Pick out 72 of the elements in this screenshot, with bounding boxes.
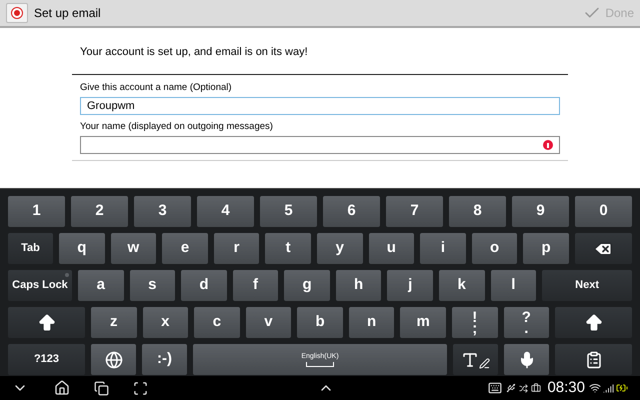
mic-key[interactable]	[504, 344, 549, 375]
key[interactable]: c	[194, 307, 240, 338]
key[interactable]: t	[265, 233, 311, 264]
key[interactable]: 1	[8, 196, 65, 227]
clock: 08:30	[547, 378, 585, 398]
key[interactable]: 4	[197, 196, 254, 227]
field-label: Your name (displayed on outgoing messages)	[80, 120, 274, 134]
key[interactable]: j	[387, 270, 433, 301]
key[interactable]: 7	[386, 196, 443, 227]
key[interactable]: u	[368, 233, 414, 264]
key[interactable]: x	[142, 307, 188, 338]
key[interactable]: m	[400, 307, 446, 338]
input-field[interactable]	[80, 136, 560, 154]
field-label: Give this account a name (Optional)	[80, 80, 233, 94]
error-icon	[543, 140, 553, 150]
key[interactable]: p	[523, 233, 569, 264]
battery-icon	[616, 382, 628, 394]
key[interactable]: w	[110, 233, 156, 264]
recent-apps-icon[interactable]	[94, 380, 109, 396]
key[interactable]: 8	[449, 196, 506, 227]
briefcase-icon	[531, 383, 542, 393]
usb-icon	[506, 383, 516, 393]
shift-icon	[584, 312, 604, 332]
shift-key[interactable]	[555, 307, 632, 338]
screenshot-icon[interactable]	[133, 380, 148, 396]
key[interactable]: l	[490, 270, 536, 301]
key[interactable]: 5	[260, 196, 317, 227]
key[interactable]: i	[420, 233, 466, 264]
keyboard-icon	[488, 381, 502, 395]
handwriting-icon	[461, 350, 490, 368]
key[interactable]: z	[91, 307, 137, 338]
key[interactable]: n	[348, 307, 394, 338]
globe-icon	[104, 350, 122, 368]
key[interactable]: 2	[71, 196, 128, 227]
key[interactable]: s	[130, 270, 176, 301]
key[interactable]: ! ;	[452, 307, 498, 338]
key[interactable]: 9	[512, 196, 569, 227]
key[interactable]: r	[214, 233, 260, 264]
shift-key[interactable]	[8, 307, 85, 338]
key[interactable]: f	[232, 270, 278, 301]
key[interactable]: 0	[575, 196, 632, 227]
clipboard-key[interactable]	[555, 344, 632, 375]
key[interactable]: 3	[134, 196, 191, 227]
key[interactable]: 6	[323, 196, 380, 227]
key[interactable]: y	[316, 233, 363, 264]
tab-key[interactable]: Tab	[8, 233, 53, 264]
key[interactable]: a	[78, 270, 124, 301]
input-field[interactable]: Groupwm	[80, 96, 560, 115]
next-key[interactable]: Next	[542, 270, 632, 301]
handwriting-key[interactable]	[453, 344, 498, 375]
globe-key[interactable]	[91, 344, 136, 375]
key[interactable]: g	[284, 270, 330, 301]
home-icon[interactable]	[54, 380, 70, 396]
key[interactable]: :-)	[142, 344, 187, 375]
screen-title: Set up email	[34, 5, 101, 22]
key[interactable]: b	[297, 307, 343, 338]
key[interactable]: ? .	[504, 307, 550, 338]
backspace-key[interactable]	[574, 233, 632, 264]
key[interactable]: o	[472, 233, 518, 264]
success-message: Your account is set up, and email is on its way!	[79, 45, 309, 60]
clipboard-icon	[584, 350, 602, 368]
caps-key[interactable]: Caps Lock	[8, 270, 72, 301]
email-app-icon	[6, 3, 28, 23]
key[interactable]: e	[162, 233, 208, 264]
key[interactable]: v	[246, 307, 292, 338]
key[interactable]: d	[181, 270, 227, 301]
signal-icon	[603, 382, 614, 394]
key[interactable]: h	[336, 270, 382, 301]
symbols-key[interactable]: ?123	[8, 344, 85, 375]
key[interactable]: q	[59, 233, 105, 264]
key[interactable]: k	[438, 270, 484, 301]
shift-icon	[36, 312, 56, 332]
